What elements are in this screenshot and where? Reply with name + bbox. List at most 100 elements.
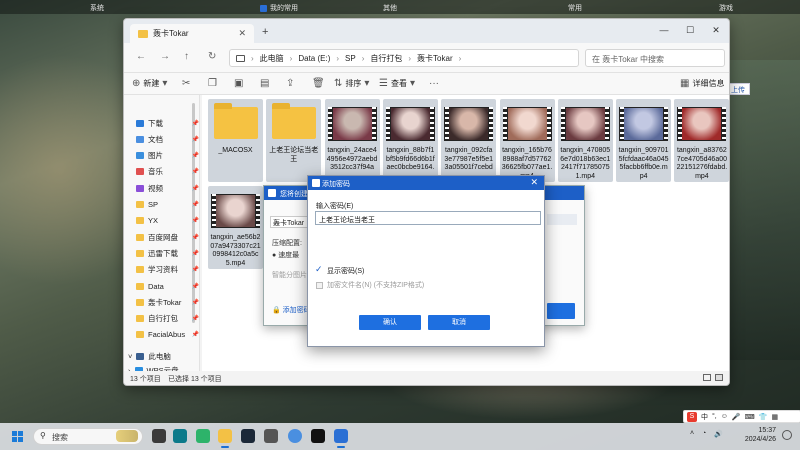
video-file-item[interactable]: tangxin_ae56b207a9473307c210998412c0a5c5… xyxy=(208,186,263,269)
folder-item[interactable]: _MACOSX xyxy=(208,99,263,182)
breadcrumb-1[interactable]: Data (E:) xyxy=(298,54,330,63)
pin-icon[interactable]: 📌 xyxy=(192,234,199,241)
sidebar-item[interactable]: 音乐 📌 xyxy=(136,164,199,180)
tab-folder[interactable]: 轰卡Tokar ✕ xyxy=(130,24,254,43)
windows-start-icon[interactable] xyxy=(12,431,23,442)
volume-icon[interactable]: 🔊 xyxy=(714,430,723,438)
pin-icon[interactable]: 📌 xyxy=(192,266,199,273)
wechat-icon[interactable] xyxy=(196,429,210,443)
forward-arrow-icon[interactable]: → xyxy=(160,51,170,62)
breadcrumb-4[interactable]: 轰卡Tokar xyxy=(417,53,453,64)
encrypt-filenames-checkbox[interactable]: 加密文件名(N) (不支持ZIP格式) xyxy=(316,280,424,290)
pin-icon[interactable]: 📌 xyxy=(192,250,199,257)
close-icon[interactable]: ✕ xyxy=(238,28,246,39)
ime-punct[interactable]: °, xyxy=(712,413,717,420)
video-file-item[interactable]: tangxin_165b768988af7d5776236625fb077ae1… xyxy=(499,99,555,182)
topbar-system[interactable]: 系统 xyxy=(90,3,104,13)
topbar-other[interactable]: 其他 xyxy=(383,3,397,13)
breadcrumb-3[interactable]: 自行打包 xyxy=(370,53,402,64)
show-password-checkbox[interactable]: 显示密码(S) xyxy=(315,264,364,276)
video-file-item[interactable]: tangxin_4708056e7d018b63ec12417f71785075… xyxy=(557,99,613,182)
pin-icon[interactable]: 📌 xyxy=(192,185,199,192)
network-icon[interactable]: ◔ xyxy=(702,430,706,437)
topbar-favorites[interactable]: 我的常用 xyxy=(260,3,298,13)
cut-button[interactable]: ✂ xyxy=(182,78,190,89)
breadcrumb-2[interactable]: SP xyxy=(345,54,356,63)
app-gray-icon[interactable] xyxy=(264,429,278,443)
video-file-item[interactable]: tangxin_24ace44956e4972aebd3512cc37f94a xyxy=(324,99,380,182)
app-teal-icon[interactable] xyxy=(173,429,187,443)
address-bar[interactable]: › 此电脑 › Data (E:) › SP › 自行打包 › 轰卡Tokar … xyxy=(229,49,579,67)
back-arrow-icon[interactable]: ← xyxy=(136,51,146,62)
pin-icon[interactable]: 📌 xyxy=(192,283,199,290)
window-close-icon[interactable]: ✕ xyxy=(703,19,729,43)
sidebar-item[interactable]: 自行打包 📌 xyxy=(136,311,199,327)
grid-icon[interactable]: ▦ xyxy=(771,413,778,421)
video-file-item[interactable]: tangxin_092cfa3e77987e5f5e13a05501f7cebd xyxy=(441,99,497,182)
delete-button[interactable]: 🗑 xyxy=(312,78,325,89)
file-explorer-icon[interactable] xyxy=(218,429,232,443)
share-button[interactable]: ⇪ xyxy=(286,78,294,89)
ime-lang[interactable]: 中 xyxy=(701,412,708,422)
sidebar-item[interactable]: 图片 📌 xyxy=(136,148,199,164)
pin-icon[interactable]: 📌 xyxy=(192,217,199,224)
video-file-item[interactable]: tangxin_9097015fcfdaac46a0455facbb6ffb0e… xyxy=(616,99,672,182)
sidebar-item[interactable]: 百度网盘 📌 xyxy=(136,229,199,245)
search-input[interactable]: 在 轰卡Tokar 中搜索 xyxy=(585,49,725,67)
add-password-link[interactable]: 🔒 添加密码 xyxy=(272,305,311,315)
breadcrumb-0[interactable]: 此电脑 xyxy=(260,53,284,64)
folder-item[interactable]: 上老王论坛当老王 xyxy=(266,99,322,182)
pin-icon[interactable]: 📌 xyxy=(192,201,199,208)
pin-icon[interactable]: 📌 xyxy=(192,120,199,127)
details-button[interactable]: ▦ 详细信息 xyxy=(680,78,724,89)
pin-icon[interactable]: 📌 xyxy=(192,299,199,306)
cancel-button[interactable]: 取消 xyxy=(428,315,490,330)
topbar-common[interactable]: 常用 xyxy=(568,3,582,13)
tiles-view-icon[interactable] xyxy=(715,374,723,381)
topbar-games[interactable]: 游戏 xyxy=(719,3,733,13)
skin-icon[interactable]: 👕 xyxy=(759,413,768,421)
maximize-icon[interactable]: ☐ xyxy=(677,19,703,43)
sidebar-item[interactable]: 学习资料 📌 xyxy=(136,262,199,278)
confirm-button[interactable]: 确认 xyxy=(359,315,421,330)
more-button[interactable]: ··· xyxy=(429,78,439,89)
archive-name-input[interactable]: 轰卡Tokar xyxy=(270,216,310,228)
notification-icon[interactable] xyxy=(782,430,792,440)
video-file-item[interactable]: tangxin_a837627ce4705d46a0022151276fdabd… xyxy=(674,99,729,182)
speed-option[interactable]: ● 速度最 xyxy=(272,250,299,260)
sidebar-item[interactable]: YX 📌 xyxy=(136,213,199,229)
chevron-down-icon[interactable]: ˅ xyxy=(128,352,132,361)
capcut-icon[interactable] xyxy=(311,429,325,443)
view-button[interactable]: ☰ 查看 ▾ xyxy=(379,78,415,89)
details-view-icon[interactable] xyxy=(703,374,711,381)
sidebar-item[interactable]: 迅雷下载 📌 xyxy=(136,245,199,261)
paste-button[interactable]: ▣ xyxy=(234,78,243,89)
taskbar-search[interactable]: ⚲ 搜索 xyxy=(33,428,143,445)
pin-icon[interactable]: 📌 xyxy=(192,136,199,143)
keyboard-icon[interactable]: ⌨ xyxy=(745,413,755,421)
path-select[interactable] xyxy=(547,214,577,225)
new-tab-icon[interactable]: + xyxy=(262,26,268,38)
sidebar-item[interactable]: FacialAbus 📌 xyxy=(136,327,199,343)
clock[interactable]: 15:37 2024/4/26 xyxy=(745,426,776,444)
pin-icon[interactable]: 📌 xyxy=(192,315,199,322)
up-arrow-icon[interactable]: ↑ xyxy=(184,51,189,62)
sogou-icon[interactable]: S xyxy=(687,411,697,422)
sidebar-item[interactable]: SP 📌 xyxy=(136,197,199,213)
chevron-up-icon[interactable]: ˄ xyxy=(690,430,694,437)
sidebar-item[interactable]: Data 📌 xyxy=(136,278,199,294)
sidebar-item[interactable]: 下载 📌 xyxy=(136,115,199,131)
pin-icon[interactable]: 📌 xyxy=(192,168,199,175)
new-button[interactable]: ⊕ 新建 ▾ xyxy=(132,78,167,89)
password-input[interactable]: 上老王论坛当老王 xyxy=(315,211,541,225)
archive-app-icon[interactable] xyxy=(334,429,348,443)
rename-button[interactable]: ▤ xyxy=(260,78,269,89)
mic-icon[interactable]: 🎤 xyxy=(732,413,741,421)
minimize-icon[interactable]: — xyxy=(651,19,677,43)
taskview-icon[interactable] xyxy=(152,429,166,443)
browser-icon[interactable] xyxy=(288,429,302,443)
upload-edge-tab[interactable]: 上传 xyxy=(728,83,750,95)
video-file-item[interactable]: tangxin_88b7f1bf5b9fd66d6b1faec0bcbe9164… xyxy=(382,99,438,182)
refresh-icon[interactable]: ↻ xyxy=(208,51,216,62)
close-icon[interactable]: ✕ xyxy=(530,177,538,188)
